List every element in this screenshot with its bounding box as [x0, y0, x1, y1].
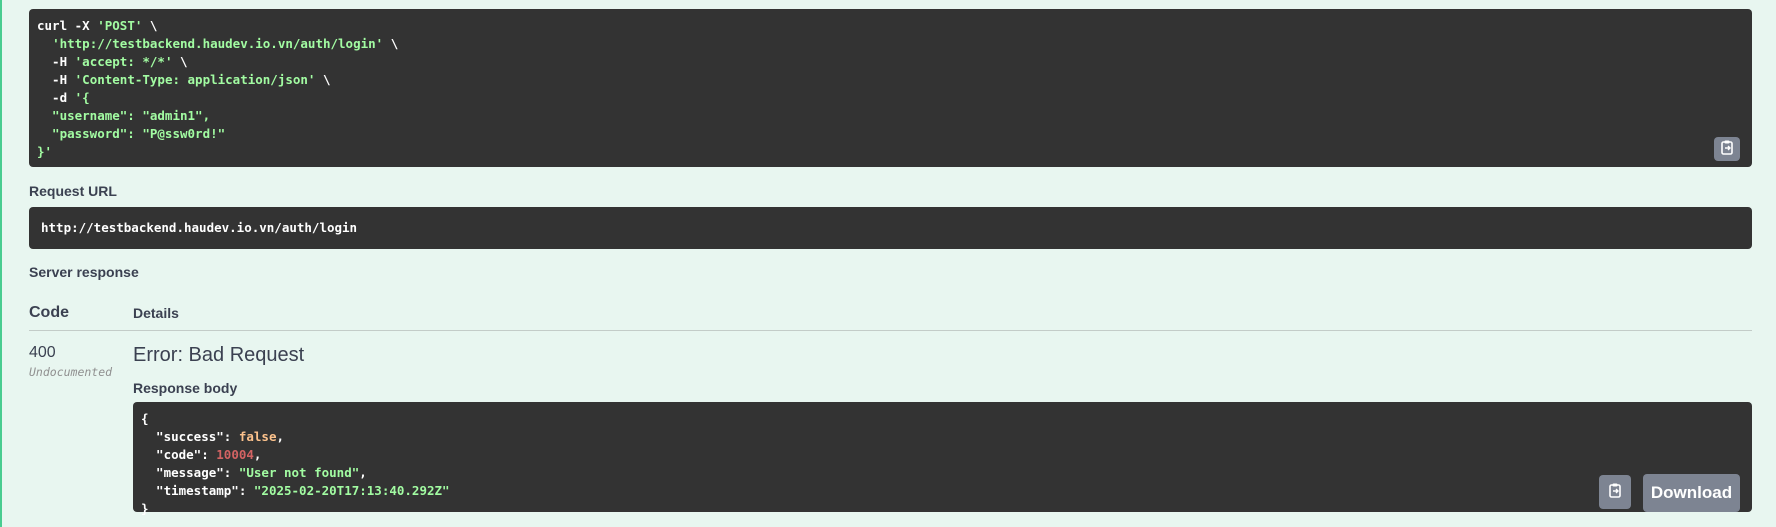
response-body-label: Response body — [133, 380, 238, 396]
download-button[interactable]: Download — [1643, 474, 1740, 512]
undocumented-note: Undocumented — [29, 365, 113, 379]
curl-line: "password": "P@ssw0rd!" — [37, 126, 226, 141]
response-details-cell: Error: Bad Request Response body { "succ… — [133, 343, 1752, 516]
status-code: 400 — [29, 344, 56, 361]
response-table-header: Code Details — [29, 295, 1752, 331]
response-body-line: "success": false, — [141, 429, 285, 444]
column-header-details: Details — [133, 304, 179, 321]
curl-line: "username": "admin1", — [37, 108, 211, 123]
curl-line: -H 'accept: */*' \ — [37, 54, 188, 69]
request-url-block[interactable]: http://testbackend.haudev.io.vn/auth/log… — [29, 207, 1752, 249]
response-body-line: "code": 10004, — [141, 447, 262, 462]
copy-response-button[interactable] — [1599, 475, 1631, 509]
try-it-out-panel: curl -X 'POST' \ 'http://testbackend.hau… — [29, 9, 1752, 516]
column-header-code: Code — [29, 303, 69, 321]
response-body-line: "timestamp": "2025-02-20T17:13:40.292Z" — [141, 483, 450, 498]
method-accent-bar — [0, 0, 2, 527]
response-code-cell: 400 Undocumented — [29, 343, 133, 512]
curl-line: -H 'Content-Type: application/json' \ — [37, 72, 331, 87]
clipboard-copy-icon — [1719, 139, 1735, 160]
curl-command-text[interactable]: curl -X 'POST' \ 'http://testbackend.hau… — [37, 17, 1744, 161]
response-body-line: "message": "User not found", — [141, 465, 367, 480]
response-body-line: } — [141, 501, 149, 516]
curl-line: 'http://testbackend.haudev.io.vn/auth/lo… — [52, 36, 399, 51]
response-row: 400 Undocumented Error: Bad Request Resp… — [29, 343, 1752, 516]
server-response-label: Server response — [29, 264, 139, 280]
curl-line: curl -X 'POST' \ — [37, 18, 158, 33]
curl-line: }' — [37, 144, 53, 159]
copy-curl-button[interactable] — [1714, 137, 1740, 161]
response-body-text[interactable]: { "success": false, "code": 10004, "mess… — [141, 410, 1744, 518]
response-body-line: { — [141, 411, 149, 426]
clipboard-copy-icon — [1607, 482, 1623, 503]
error-title: Error: Bad Request — [133, 344, 305, 366]
request-url-value[interactable]: http://testbackend.haudev.io.vn/auth/log… — [41, 219, 357, 237]
response-body-block[interactable]: { "success": false, "code": 10004, "mess… — [133, 402, 1752, 516]
curl-line: -d '{ — [37, 90, 90, 105]
curl-command-block[interactable]: curl -X 'POST' \ 'http://testbackend.hau… — [29, 9, 1752, 167]
request-url-label: Request URL — [29, 183, 117, 199]
